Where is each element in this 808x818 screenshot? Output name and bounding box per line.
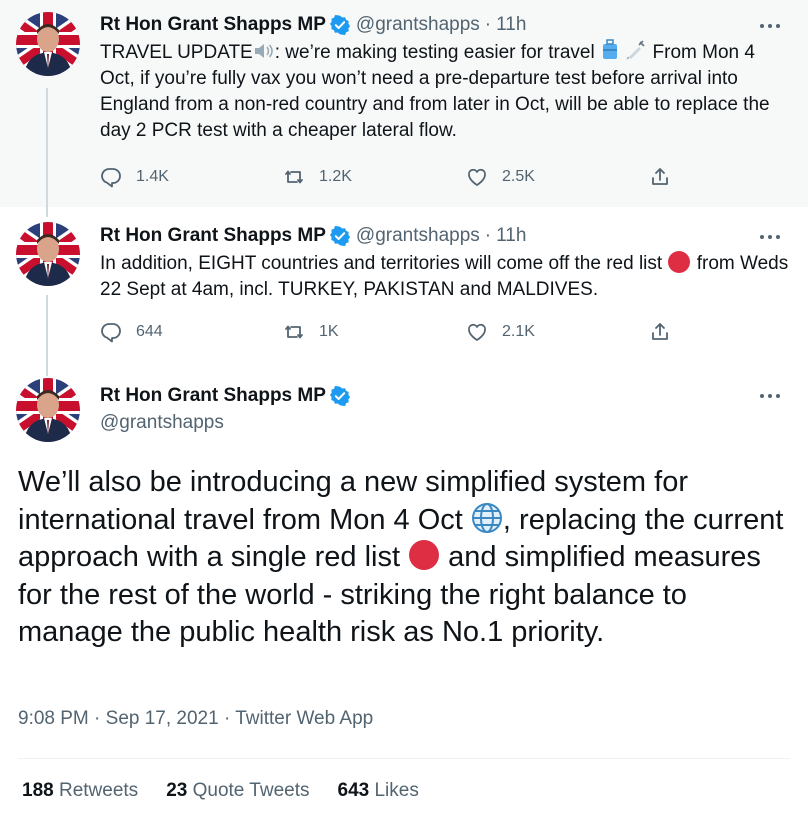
tweet-body: Rt Hon Grant Shapps MP @grantshapps · 11… bbox=[100, 13, 792, 144]
tweet-actions: 644 1K 2.1K bbox=[100, 321, 808, 343]
like-button[interactable]: 2.5K bbox=[466, 166, 649, 188]
divider bbox=[18, 758, 790, 759]
share-button[interactable] bbox=[649, 166, 808, 188]
retweets-count: 188 bbox=[22, 780, 54, 801]
tweet-body: Rt Hon Grant Shapps MP @grantshapps · 11… bbox=[100, 224, 792, 303]
quote-tweets-label: Quote Tweets bbox=[192, 780, 310, 801]
like-button[interactable]: 2.1K bbox=[466, 321, 649, 343]
verified-badge-icon bbox=[329, 15, 350, 35]
avatar[interactable] bbox=[16, 12, 80, 76]
like-count: 2.1K bbox=[502, 323, 535, 340]
engagement-stats: 188 Retweets 23 Quote Tweets 643 Likes bbox=[22, 780, 447, 802]
tweet-header: Rt Hon Grant Shapps MP @grantshapps · 11… bbox=[100, 13, 792, 37]
tweet-header: Rt Hon Grant Shapps MP @grantshapps · 11… bbox=[100, 224, 792, 248]
author-handle[interactable]: @grantshapps bbox=[100, 412, 224, 434]
retweet-count: 1K bbox=[319, 323, 339, 340]
red-circle-icon bbox=[409, 540, 440, 570]
tweet-header: Rt Hon Grant Shapps MP bbox=[100, 384, 792, 408]
handle-row: @grantshapps bbox=[100, 411, 792, 435]
main-tweet: Rt Hon Grant Shapps MP @grantshapps We’l… bbox=[0, 370, 808, 818]
verified-badge-icon bbox=[329, 226, 350, 246]
reply-count: 1.4K bbox=[136, 168, 169, 185]
like-icon bbox=[468, 323, 486, 341]
retweets-label: Retweets bbox=[58, 780, 139, 801]
tweet-text: TRAVEL UPDATE : we’re making testing easi… bbox=[100, 39, 792, 144]
thread-tweet-1[interactable]: Rt Hon Grant Shapps MP @grantshapps · 11… bbox=[0, 0, 808, 207]
more-options-icon[interactable] bbox=[760, 227, 784, 247]
syringe-icon bbox=[626, 40, 645, 60]
retweet-button[interactable]: 1.2K bbox=[283, 166, 466, 188]
more-options-icon[interactable] bbox=[760, 386, 784, 406]
author-handle[interactable]: @grantshapps bbox=[356, 225, 480, 247]
thread-line bbox=[46, 295, 48, 370]
like-count: 2.5K bbox=[502, 168, 535, 185]
more-options-icon[interactable] bbox=[760, 16, 784, 36]
main-tweet-author: Rt Hon Grant Shapps MP @grantshapps bbox=[100, 384, 792, 435]
share-icon bbox=[652, 323, 668, 340]
verified-badge-icon bbox=[329, 386, 350, 406]
tweet-time[interactable]: 11h bbox=[496, 14, 526, 36]
reply-button[interactable]: 644 bbox=[100, 321, 283, 343]
red-circle-icon bbox=[668, 251, 691, 273]
retweets-stat[interactable]: 188 Retweets bbox=[22, 780, 138, 802]
tweet-text: In addition, EIGHT countries and territo… bbox=[100, 250, 792, 303]
retweet-button[interactable]: 1K bbox=[283, 321, 466, 343]
reply-icon bbox=[101, 168, 121, 188]
tweet-text-part: In addition, EIGHT countries and territo… bbox=[100, 253, 668, 274]
tweet-actions: 1.4K 1.2K 2.5K bbox=[100, 166, 808, 188]
quote-tweets-stat[interactable]: 23 Quote Tweets bbox=[166, 780, 309, 802]
separator-dot: · bbox=[484, 14, 492, 35]
likes-stat[interactable]: 643 Likes bbox=[338, 780, 419, 802]
speaker-icon bbox=[254, 44, 273, 58]
tweet-text-part: TRAVEL UPDATE bbox=[100, 42, 253, 63]
thread-tweet-2[interactable]: Rt Hon Grant Shapps MP @grantshapps · 11… bbox=[0, 207, 808, 370]
like-icon bbox=[468, 168, 486, 186]
likes-label: Likes bbox=[374, 780, 419, 801]
author-handle[interactable]: @grantshapps bbox=[356, 14, 480, 36]
reply-button[interactable]: 1.4K bbox=[100, 166, 283, 188]
thread-line bbox=[46, 88, 48, 207]
main-tweet-text: We’ll also be introducing a new simplifi… bbox=[18, 464, 788, 652]
thread-line bbox=[46, 370, 48, 376]
luggage-icon bbox=[602, 39, 617, 59]
reply-count: 644 bbox=[136, 323, 163, 340]
globe-icon bbox=[471, 502, 502, 533]
tweet-time[interactable]: 11h bbox=[496, 225, 526, 247]
author-name[interactable]: Rt Hon Grant Shapps MP bbox=[100, 385, 326, 407]
reply-icon bbox=[101, 323, 121, 343]
tweet-text-part: : we’re making testing easier for travel bbox=[274, 42, 600, 63]
quote-tweets-count: 23 bbox=[166, 780, 188, 801]
avatar[interactable] bbox=[16, 378, 80, 442]
thread-line bbox=[46, 207, 48, 217]
author-name[interactable]: Rt Hon Grant Shapps MP bbox=[100, 14, 326, 36]
separator-dot: · bbox=[484, 225, 492, 246]
tweet-timestamp[interactable]: 9:08 PM · Sep 17, 2021 · Twitter Web App bbox=[18, 708, 373, 730]
share-icon bbox=[652, 168, 668, 185]
likes-count: 643 bbox=[337, 780, 370, 801]
retweet-icon bbox=[285, 170, 303, 184]
author-name[interactable]: Rt Hon Grant Shapps MP bbox=[100, 225, 326, 247]
share-button[interactable] bbox=[649, 321, 808, 343]
retweet-icon bbox=[285, 325, 303, 339]
retweet-count: 1.2K bbox=[319, 168, 352, 185]
avatar[interactable] bbox=[16, 222, 80, 286]
